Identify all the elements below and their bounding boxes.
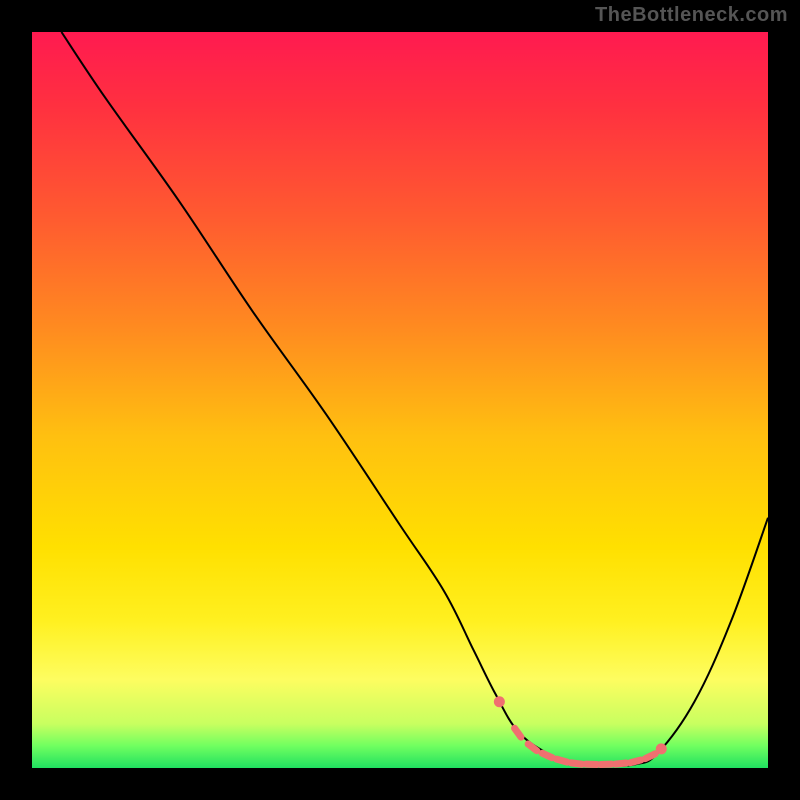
chart-container: TheBottleneck.com [0,0,800,800]
plot-area [32,32,768,768]
marker-end-dot [656,743,667,754]
marker-dash [571,763,582,764]
marker-dash [645,754,655,759]
marker-dash [542,753,552,758]
marker-dash [630,760,641,763]
marker-dash [557,759,568,762]
plot-svg [32,32,768,768]
watermark-text: TheBottleneck.com [595,4,788,27]
gradient-background [32,32,768,768]
marker-end-dot [494,696,505,707]
marker-dash [615,763,626,764]
